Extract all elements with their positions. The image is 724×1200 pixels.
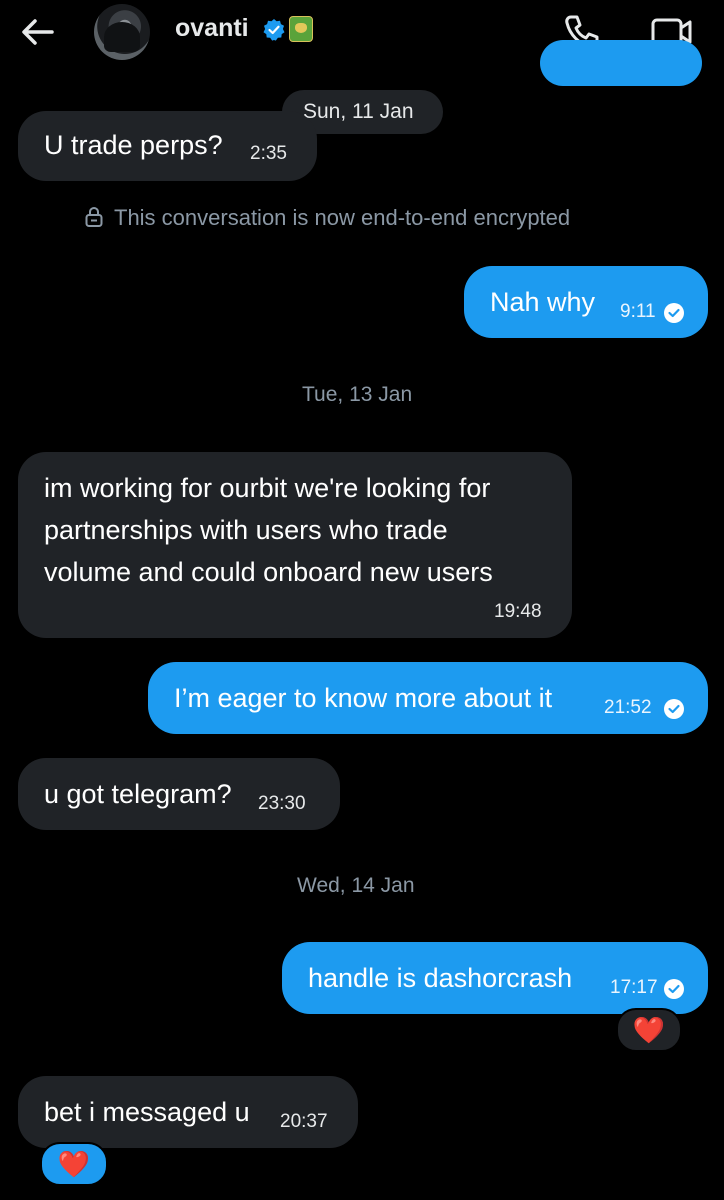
- verified-badge-icon: [262, 18, 286, 42]
- date-separator: Tue, 13 Jan: [302, 383, 413, 406]
- incoming-message[interactable]: im working for ourbit we're looking for …: [18, 452, 572, 638]
- message-time: 20:37: [280, 1111, 328, 1132]
- message-text-line: partnerships with users who trade: [44, 515, 448, 545]
- outgoing-message[interactable]: I’m eager to know more about it 21:52: [148, 662, 708, 734]
- back-arrow-icon[interactable]: [18, 14, 58, 50]
- read-receipt-icon: [664, 699, 684, 719]
- reaction-badge[interactable]: ❤️: [40, 1142, 108, 1186]
- message-time: 23:30: [258, 793, 306, 814]
- incoming-message[interactable]: bet i messaged u 20:37: [18, 1076, 358, 1148]
- contact-name[interactable]: ovanti: [175, 14, 249, 43]
- date-label: Sun, 11 Jan: [303, 100, 414, 123]
- read-receipt-icon: [664, 979, 684, 999]
- message-time: 17:17: [610, 977, 658, 998]
- message-text: Nah why: [490, 287, 596, 317]
- incoming-message[interactable]: u got telegram? 23:30: [18, 758, 340, 830]
- previous-outgoing-bubble: [540, 40, 702, 86]
- message-text: I’m eager to know more about it: [174, 683, 553, 713]
- message-text-line: volume and could onboard new users: [44, 557, 493, 587]
- heart-reaction-icon: ❤️: [632, 1015, 666, 1045]
- incoming-message[interactable]: U trade perps? 2:35: [18, 111, 317, 181]
- message-text: bet i messaged u: [44, 1097, 250, 1127]
- read-receipt-icon: [664, 303, 684, 323]
- encryption-text: This conversation is now end-to-end encr…: [114, 205, 571, 230]
- outgoing-message[interactable]: handle is dashorcrash 17:17: [282, 942, 708, 1014]
- outgoing-message[interactable]: Nah why 9:11: [464, 266, 708, 338]
- message-text: handle is dashorcrash: [308, 963, 573, 993]
- message-text-line: im working for ourbit we're looking for: [44, 473, 491, 503]
- message-text: U trade perps?: [44, 130, 223, 160]
- heart-reaction-icon: ❤️: [57, 1149, 91, 1179]
- message-time: 21:52: [604, 697, 652, 718]
- encryption-notice: This conversation is now end-to-end encr…: [84, 205, 570, 234]
- message-time: 2:35: [250, 143, 287, 164]
- affiliate-badge-icon: [289, 16, 313, 42]
- contact-avatar[interactable]: [94, 4, 150, 60]
- message-time: 9:11: [620, 301, 656, 322]
- reaction-badge[interactable]: ❤️: [616, 1008, 682, 1052]
- message-time: 19:48: [494, 601, 542, 622]
- message-text: u got telegram?: [44, 779, 232, 809]
- date-separator: Wed, 14 Jan: [297, 874, 415, 897]
- lock-icon: [84, 206, 104, 234]
